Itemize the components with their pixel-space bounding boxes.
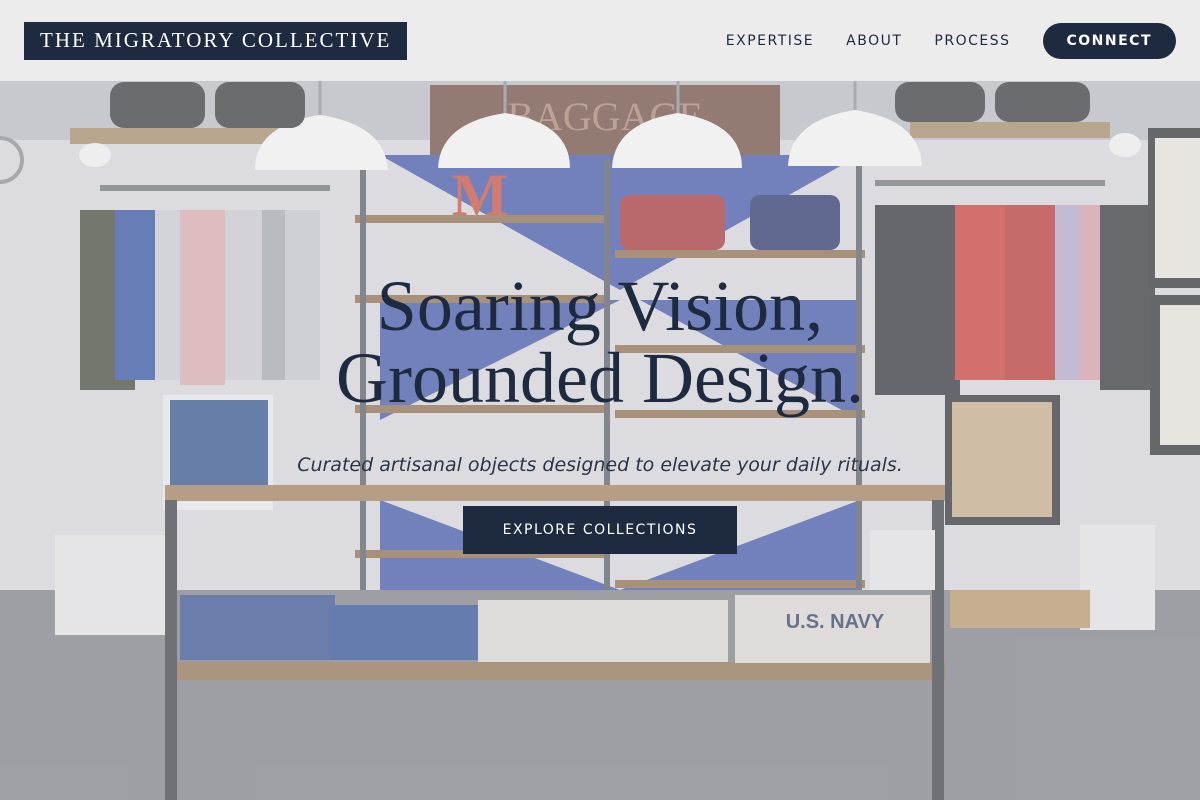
hero-subtitle: Curated artisanal objects designed to el… <box>297 454 903 476</box>
nav-link-about[interactable]: ABOUT <box>846 33 902 49</box>
hero-title-line-2: Grounded Design. <box>336 338 864 418</box>
explore-collections-button[interactable]: EXPLORE COLLECTIONS <box>462 506 738 554</box>
hero-section: Soaring Vision, Grounded Design. Curated… <box>0 270 1200 554</box>
hero-title-line-1: Soaring Vision, <box>376 266 824 346</box>
site-header: THE MIGRATORY COLLECTIVE EXPERTISE ABOUT… <box>0 0 1200 81</box>
brand-logo[interactable]: THE MIGRATORY COLLECTIVE <box>24 21 408 60</box>
nav-link-expertise[interactable]: EXPERTISE <box>726 33 814 49</box>
connect-button[interactable]: CONNECT <box>1042 22 1176 59</box>
nav-link-process[interactable]: PROCESS <box>934 33 1010 49</box>
hero-title: Soaring Vision, Grounded Design. <box>0 270 1200 414</box>
main-nav: EXPERTISE ABOUT PROCESS CONNECT <box>694 22 1176 59</box>
